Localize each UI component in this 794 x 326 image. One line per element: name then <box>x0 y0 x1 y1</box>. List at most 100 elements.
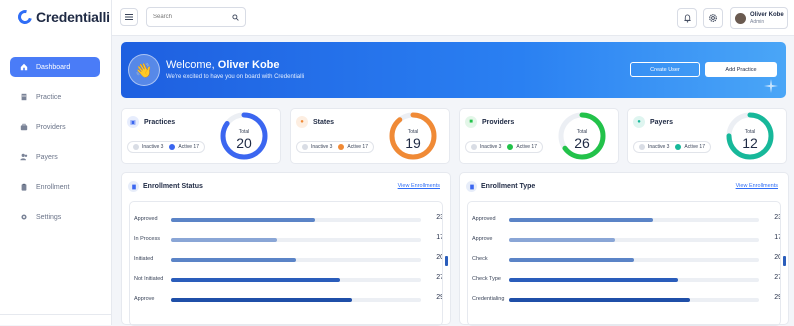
stat-card-payers[interactable]: ● Payers Inactive 3 Active 17 Total 12 <box>627 108 787 164</box>
bar-label: Initiated <box>134 256 154 262</box>
bar-track <box>509 258 759 262</box>
hamburger-icon <box>125 14 133 20</box>
sidebar-divider <box>0 314 112 315</box>
sparkle-icon <box>764 79 778 93</box>
bar-label: Approve <box>472 236 493 242</box>
user-role: Admin <box>750 18 765 25</box>
clipboard-icon <box>21 183 27 191</box>
bar-row: Check Type 27 <box>472 274 780 286</box>
stat-card-practices[interactable]: ▣ Practices Inactive 3 Active 17 Total 20 <box>121 108 281 164</box>
welcome-title: Welcome, Oliver Kobe <box>166 59 280 71</box>
user-name: Oliver Kobe <box>750 11 784 18</box>
bar-fill <box>171 258 296 262</box>
active-dot <box>675 144 682 150</box>
bar-label: Check <box>472 256 488 262</box>
bar-label: Approve <box>134 296 155 302</box>
inactive-dot <box>302 144 308 150</box>
view-enrollments-link[interactable]: View Enrollments <box>398 183 440 189</box>
map-pin-icon: ● <box>296 116 308 128</box>
brand-logo[interactable]: Credentialli <box>15 7 110 27</box>
sidebar-nav: Dashboard Practice Providers Payers Enro… <box>10 57 100 237</box>
sidebar-item-enrollment[interactable]: Enrollment <box>10 177 100 197</box>
bar-track <box>509 278 759 282</box>
bar-track <box>509 218 759 222</box>
sidebar-item-payers[interactable]: Payers <box>10 147 100 167</box>
active-dot <box>169 144 176 150</box>
active-count: Active 17 <box>347 144 368 150</box>
bar-fill <box>509 298 691 302</box>
stat-title: Providers <box>482 119 515 126</box>
panel-title: Enrollment Status <box>143 183 203 190</box>
inactive-count: Inactive 3 <box>480 144 502 150</box>
total-display: Total 19 <box>388 111 438 161</box>
topbar: Oliver Kobe Admin <box>112 0 794 36</box>
inactive-dot <box>471 144 477 150</box>
stat-breakdown: Inactive 3 Active 17 <box>127 141 205 153</box>
active-dot <box>338 144 345 150</box>
bar-track <box>509 298 759 302</box>
bar-row: Not Initiated 27 <box>134 274 442 286</box>
bar-row: Approved 23 <box>472 214 780 226</box>
bar-row: Approve 29 <box>134 294 442 306</box>
scrollbar-thumb[interactable] <box>783 256 786 266</box>
users-icon <box>20 153 28 161</box>
bar-label: Check Type <box>472 276 501 282</box>
stat-card-states[interactable]: ● States Inactive 3 Active 17 Total 19 <box>290 108 450 164</box>
sidebar-item-dashboard[interactable]: Dashboard <box>10 57 100 77</box>
sidebar-item-settings[interactable]: Settings <box>10 207 100 227</box>
bar-value: 27 <box>436 274 442 281</box>
bar-value: 20 <box>774 254 780 261</box>
notifications-button[interactable] <box>677 8 697 28</box>
stat-title: Payers <box>650 119 673 126</box>
gear-icon <box>21 214 27 220</box>
sidebar-item-providers[interactable]: Providers <box>10 117 100 137</box>
menu-button[interactable] <box>120 8 138 26</box>
bar-value: 23 <box>774 214 780 221</box>
sidebar-item-practice[interactable]: Practice <box>10 87 100 107</box>
bar-row: Credentialing 29 <box>472 294 780 306</box>
bar-track <box>171 218 421 222</box>
total-value: 19 <box>405 135 421 151</box>
bar-value: 27 <box>774 274 780 281</box>
total-display: Total 26 <box>557 111 607 161</box>
bar-value: 29 <box>774 294 780 301</box>
scrollbar-thumb[interactable] <box>445 256 448 266</box>
bar-fill <box>171 278 340 282</box>
search-input[interactable] <box>153 14 233 20</box>
stat-breakdown: Inactive 3 Active 17 <box>633 141 711 153</box>
user-menu[interactable]: Oliver Kobe Admin <box>730 7 788 29</box>
sidebar-item-label: Providers <box>36 123 66 131</box>
search-box <box>146 7 246 27</box>
settings-button[interactable] <box>703 8 723 28</box>
bar-label: Not Initiated <box>134 276 164 282</box>
bar-track <box>171 238 421 242</box>
inactive-count: Inactive 3 <box>648 144 670 150</box>
bar-list: Approved 23 Approve 17 Check 20 Check Type 27 Cr… <box>467 201 781 326</box>
active-dot <box>507 144 514 150</box>
users-icon: ● <box>633 116 645 128</box>
bell-icon <box>683 13 691 23</box>
active-count: Active 17 <box>178 144 199 150</box>
bar-row: Approve 17 <box>472 234 780 246</box>
gear-icon <box>709 14 717 22</box>
bar-fill <box>509 238 616 242</box>
stat-card-providers[interactable]: ■ Providers Inactive 3 Active 17 Total 26 <box>459 108 619 164</box>
bar-label: Approved <box>134 216 158 222</box>
bar-row: Initiated 20 <box>134 254 442 266</box>
home-icon <box>20 63 28 71</box>
active-count: Active 17 <box>516 144 537 150</box>
search-icon[interactable] <box>232 14 239 21</box>
bar-fill <box>509 278 678 282</box>
total-value: 20 <box>236 135 252 151</box>
brand-name: Credentialli <box>36 9 110 25</box>
total-value: 12 <box>742 135 758 151</box>
briefcase-icon <box>20 123 28 131</box>
welcome-subtitle: We're excited to have you on board with … <box>166 74 305 80</box>
sidebar-item-label: Practice <box>36 93 62 101</box>
create-user-button[interactable]: Create User <box>630 62 700 77</box>
view-enrollments-link[interactable]: View Enrollments <box>736 183 778 189</box>
add-practice-button[interactable]: Add Practice <box>705 62 777 77</box>
bar-label: In Process <box>134 236 160 242</box>
bar-row: In Process 17 <box>134 234 442 246</box>
total-value: 26 <box>574 135 590 151</box>
